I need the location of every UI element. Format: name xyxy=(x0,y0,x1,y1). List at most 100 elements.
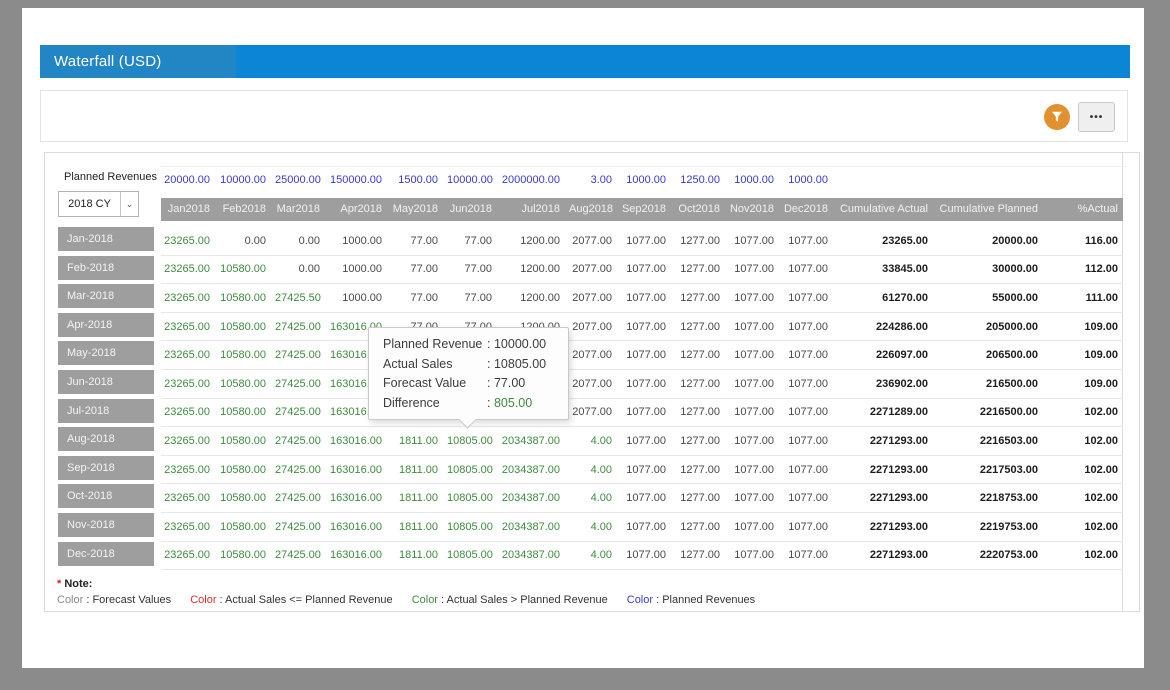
planned-value: 2000000.00 xyxy=(501,169,569,191)
column-header: Nov2018 xyxy=(729,198,783,221)
title-tab: Waterfall (USD) xyxy=(40,45,236,78)
month-cell: 1077.00 xyxy=(729,378,783,390)
planned-revenues-label: Planned Revenues xyxy=(64,171,157,183)
month-cell: 1200.00 xyxy=(501,263,569,275)
cumulative-actual-cell: 2271293.00 xyxy=(837,549,937,561)
cumulative-actual-cell: 2271289.00 xyxy=(837,406,937,418)
month-cell: 1277.00 xyxy=(675,235,729,247)
month-cell: 163016.00 xyxy=(329,492,391,504)
pct-actual-cell: 109.00 xyxy=(1047,321,1127,333)
row-label[interactable]: Aug-2018 xyxy=(58,427,154,451)
month-cell: 1077.00 xyxy=(621,406,675,418)
year-select-value: 2018 CY xyxy=(59,198,120,210)
row-label[interactable]: Nov-2018 xyxy=(58,513,154,537)
column-header: Mar2018 xyxy=(275,198,329,221)
planned-values-row: 20000.0010000.0025000.00150000.001500.00… xyxy=(161,166,1127,188)
column-header: Oct2018 xyxy=(675,198,729,221)
month-cell: 4.00 xyxy=(569,549,621,561)
month-cell: 27425.00 xyxy=(275,435,329,447)
month-cell: 1811.00 xyxy=(391,549,447,561)
month-cell: 23265.00 xyxy=(161,492,219,504)
month-cell: 1277.00 xyxy=(675,464,729,476)
month-cell: 1077.00 xyxy=(729,492,783,504)
month-cell: 23265.00 xyxy=(161,549,219,561)
table-grid: 20000.0010000.0025000.00150000.001500.00… xyxy=(161,153,1123,611)
month-cell: 27425.00 xyxy=(275,321,329,333)
row-label[interactable]: Jun-2018 xyxy=(58,370,154,394)
month-cell: 2077.00 xyxy=(569,292,621,304)
month-cell: 2077.00 xyxy=(569,349,621,361)
month-cell: 10580.00 xyxy=(219,464,275,476)
chevron-down-icon[interactable]: ⌄ xyxy=(120,192,138,216)
row-label[interactable]: Mar-2018 xyxy=(58,284,154,308)
pct-actual-cell: 102.00 xyxy=(1047,435,1127,447)
table-row: 23265.0010580.000.001000.0077.0077.00120… xyxy=(161,256,1123,285)
cumulative-actual-cell: 2271293.00 xyxy=(837,521,937,533)
note: * Note: Color : Forecast Values Color : … xyxy=(57,578,771,606)
column-header: Jun2018 xyxy=(447,198,501,221)
month-cell: 1077.00 xyxy=(729,406,783,418)
month-cell: 1077.00 xyxy=(621,321,675,333)
month-cell: 1077.00 xyxy=(621,521,675,533)
month-cell: 10805.00 xyxy=(447,549,501,561)
month-cell: 2034387.00 xyxy=(501,464,569,476)
cumulative-planned-cell: 20000.00 xyxy=(937,235,1047,247)
month-cell: 10580.00 xyxy=(219,549,275,561)
month-cell: 23265.00 xyxy=(161,521,219,533)
row-label[interactable]: Sep-2018 xyxy=(58,456,154,480)
row-label[interactable]: May-2018 xyxy=(58,341,154,365)
waterfall-table-container: Planned Revenues 2018 CY ⌄ Jan-2018 Feb-2… xyxy=(44,152,1140,612)
page-title: Waterfall (USD) xyxy=(54,53,161,70)
month-cell: 2034387.00 xyxy=(501,549,569,561)
month-cell: 1077.00 xyxy=(729,349,783,361)
month-cell: 1077.00 xyxy=(729,521,783,533)
month-cell: 10805.00 xyxy=(447,521,501,533)
app-window: Waterfall (USD) ••• Planned Revenues 201… xyxy=(22,8,1144,668)
column-header: Cumulative Planned xyxy=(937,198,1047,221)
table-header-row: Jan2018Feb2018Mar2018Apr2018May2018Jun20… xyxy=(161,198,1123,221)
month-cell: 1077.00 xyxy=(621,378,675,390)
more-options-button[interactable]: ••• xyxy=(1078,102,1115,132)
row-label[interactable]: Jan-2018 xyxy=(58,227,154,251)
month-cell: 1077.00 xyxy=(621,235,675,247)
month-cell: 1077.00 xyxy=(783,521,837,533)
month-cell: 1077.00 xyxy=(783,492,837,504)
month-cell: 10580.00 xyxy=(219,292,275,304)
month-cell: 1277.00 xyxy=(675,349,729,361)
month-cell: 27425.00 xyxy=(275,549,329,561)
month-cell: 10805.00 xyxy=(447,435,501,447)
planned-value: 10000.00 xyxy=(219,169,275,191)
table-row: 23265.0010580.0027425.00163016.001811.00… xyxy=(161,456,1123,485)
month-cell: 27425.00 xyxy=(275,464,329,476)
table-row: 23265.0010580.0027425.501000.0077.0077.0… xyxy=(161,284,1123,313)
month-cell: 163016.00 xyxy=(329,521,391,533)
year-select[interactable]: 2018 CY ⌄ xyxy=(58,191,139,217)
column-header: Apr2018 xyxy=(329,198,391,221)
planned-value: 1000.00 xyxy=(729,169,783,191)
month-cell: 10580.00 xyxy=(219,492,275,504)
month-cell: 4.00 xyxy=(569,435,621,447)
legend-planned: Color : Planned Revenues xyxy=(627,594,755,606)
month-cell: 2077.00 xyxy=(569,406,621,418)
month-cell: 1000.00 xyxy=(329,263,391,275)
month-cell: 1077.00 xyxy=(783,435,837,447)
cumulative-planned-cell: 2218753.00 xyxy=(937,492,1047,504)
planned-value: 1500.00 xyxy=(391,169,447,191)
row-label[interactable]: Jul-2018 xyxy=(58,399,154,423)
month-cell: 23265.00 xyxy=(161,235,219,247)
cell-tooltip: Planned Revenue : 10000.00 Actual Sales … xyxy=(368,327,569,420)
filter-button[interactable] xyxy=(1044,104,1070,130)
legend-below-plan: Color : Actual Sales <= Planned Revenue xyxy=(190,594,392,606)
month-cell: 23265.00 xyxy=(161,321,219,333)
cumulative-planned-cell: 206500.00 xyxy=(937,349,1047,361)
month-cell: 10580.00 xyxy=(219,378,275,390)
cumulative-actual-cell: 224286.00 xyxy=(837,321,937,333)
month-cell: 2034387.00 xyxy=(501,492,569,504)
row-label[interactable]: Apr-2018 xyxy=(58,313,154,337)
month-cell: 1077.00 xyxy=(729,263,783,275)
month-cell: 2077.00 xyxy=(569,378,621,390)
cumulative-planned-cell: 2216500.00 xyxy=(937,406,1047,418)
row-label[interactable]: Feb-2018 xyxy=(58,256,154,280)
row-label[interactable]: Oct-2018 xyxy=(58,484,154,508)
row-label[interactable]: Dec-2018 xyxy=(58,542,154,566)
